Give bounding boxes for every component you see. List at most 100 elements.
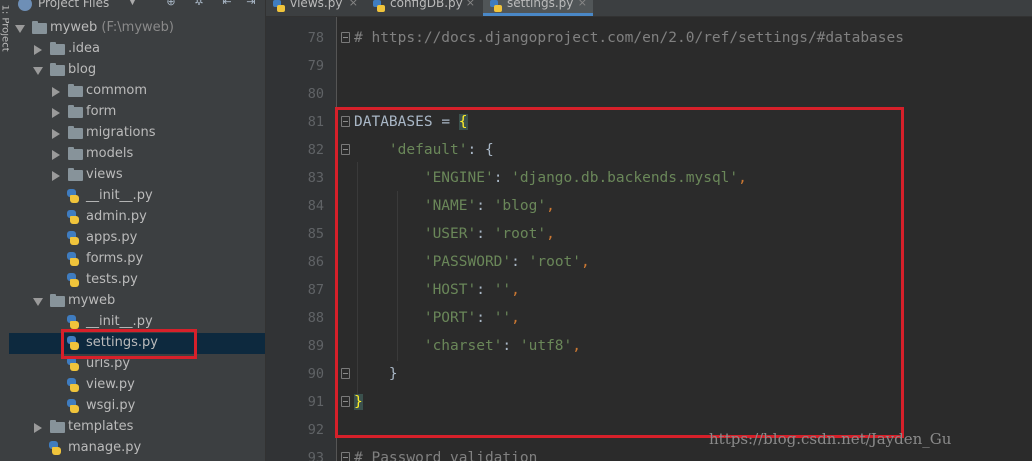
folder-icon xyxy=(50,294,65,307)
folder-icon xyxy=(68,147,83,160)
tree-item-label: view.py xyxy=(86,377,135,392)
fold-marker-icon[interactable] xyxy=(341,32,350,43)
line-number: 83 xyxy=(307,170,324,186)
code-text: # Password validation xyxy=(354,444,537,461)
tree-item-label: form xyxy=(86,104,117,119)
folder-icon xyxy=(68,168,83,181)
project-panel: Project Files ▼ ⊕ ✲ ⇤ ⇥ myweb (F:\myweb)… xyxy=(9,0,266,461)
line-number: 93 xyxy=(307,450,324,461)
project-files-icon xyxy=(18,0,32,11)
chevron-down-icon[interactable] xyxy=(33,298,43,306)
tree-file-tests-py[interactable]: tests.py xyxy=(9,270,265,291)
hide-panel-icon[interactable]: ⇥ xyxy=(245,0,257,8)
code-line: 78 # https://docs.djangoproject.com/en/2.… xyxy=(266,24,1032,52)
close-icon[interactable]: × xyxy=(349,0,358,9)
chevron-right-icon[interactable] xyxy=(52,171,60,181)
tree-file-view-py[interactable]: view.py xyxy=(9,375,265,396)
close-icon[interactable]: × xyxy=(466,0,475,9)
tree-folder-views[interactable]: views xyxy=(9,165,265,186)
python-file-icon xyxy=(66,273,80,288)
tree-file-wsgi-py[interactable]: wsgi.py xyxy=(9,396,265,417)
folder-icon xyxy=(50,420,65,433)
chevron-down-icon[interactable] xyxy=(33,67,43,75)
tab-label: views.py xyxy=(290,0,343,10)
tree-folder-templates[interactable]: templates xyxy=(9,417,265,438)
chevron-right-icon[interactable] xyxy=(34,423,42,433)
tree-file-apps-py[interactable]: apps.py xyxy=(9,228,265,249)
tree-item-label: wsgi.py xyxy=(86,398,136,413)
folder-icon xyxy=(68,84,83,97)
line-number: 87 xyxy=(307,282,324,298)
target-icon[interactable]: ⊕ xyxy=(165,0,177,8)
settings-gear-icon[interactable]: ✲ xyxy=(193,0,205,8)
python-file-icon xyxy=(66,315,80,330)
code-line: 80 xyxy=(266,80,1032,108)
editor-tab-bar: views.py × configDB.py × settings.py × xyxy=(266,0,1032,17)
tree-file-forms-py[interactable]: forms.py xyxy=(9,249,265,270)
fold-marker-icon[interactable] xyxy=(341,452,350,461)
tab-views-py[interactable]: views.py × xyxy=(266,0,364,16)
python-file-icon xyxy=(273,0,285,13)
tree-folder--idea[interactable]: .idea xyxy=(9,39,265,60)
tree-folder-myweb[interactable]: myweb (F:\myweb) xyxy=(9,18,265,39)
tree-folder-form[interactable]: form xyxy=(9,102,265,123)
tree-item-label: apps.py xyxy=(86,230,138,245)
folder-icon xyxy=(50,42,65,55)
tree-item-label: myweb (F:\myweb) xyxy=(50,20,174,35)
tree-folder-models[interactable]: models xyxy=(9,144,265,165)
tree-folder-migrations[interactable]: migrations xyxy=(9,123,265,144)
tree-item-label: models xyxy=(86,146,134,161)
line-number: 78 xyxy=(307,30,324,46)
tree-folder-commom[interactable]: commom xyxy=(9,81,265,102)
python-file-icon xyxy=(48,441,62,456)
tree-folder-blog[interactable]: blog xyxy=(9,60,265,81)
line-number: 80 xyxy=(307,86,324,102)
project-tree: myweb (F:\myweb) .idea blog commom form migra… xyxy=(9,18,265,459)
chevron-right-icon[interactable] xyxy=(52,150,60,160)
chevron-right-icon[interactable] xyxy=(52,87,60,97)
tree-item-label: forms.py xyxy=(86,251,144,266)
python-file-icon xyxy=(66,189,80,204)
code-editor[interactable]: 78 # https://docs.djangoproject.com/en/2.… xyxy=(266,17,1032,461)
tree-file-manage-py[interactable]: manage.py xyxy=(9,438,265,459)
project-view-selector[interactable]: Project Files xyxy=(38,0,109,10)
tree-item-path: (F:\myweb) xyxy=(97,20,174,35)
python-file-icon xyxy=(66,210,80,225)
tree-item-label: blog xyxy=(68,62,97,77)
tab-configdb-py[interactable]: configDB.py × xyxy=(366,0,481,16)
folder-icon xyxy=(68,105,83,118)
folder-icon xyxy=(50,63,65,76)
chevron-right-icon[interactable] xyxy=(52,108,60,118)
chevron-down-icon[interactable] xyxy=(15,25,25,33)
line-number: 82 xyxy=(307,142,324,158)
tree-folder-myweb[interactable]: myweb xyxy=(9,291,265,312)
databases-block-annotation xyxy=(335,107,904,438)
chevron-right-icon[interactable] xyxy=(34,45,42,55)
close-icon[interactable]: × xyxy=(578,0,587,9)
project-panel-header: Project Files ▼ ⊕ ✲ ⇤ ⇥ xyxy=(9,0,265,14)
tree-item-label: __init__.py xyxy=(86,188,153,203)
tree-item-label: commom xyxy=(86,83,148,98)
line-number: 92 xyxy=(307,422,324,438)
tree-item-label: templates xyxy=(68,419,134,434)
tree-file--init-py[interactable]: __init__.py xyxy=(9,186,265,207)
line-number: 86 xyxy=(307,254,324,270)
settings-file-annotation xyxy=(61,329,197,359)
python-file-icon xyxy=(66,378,80,393)
tree-item-label: views xyxy=(86,167,123,182)
folder-icon xyxy=(32,21,47,34)
tab-label: configDB.py xyxy=(390,0,463,10)
watermark: https://blog.csdn.net/Jayden_Gu xyxy=(709,430,952,448)
collapse-icon[interactable]: ⇤ xyxy=(221,0,233,8)
tree-item-label: __init__.py xyxy=(86,314,153,329)
code-token: # https://docs.djangoproject.com/en/2.0/… xyxy=(354,30,904,46)
tree-file-admin-py[interactable]: admin.py xyxy=(9,207,265,228)
line-number: 91 xyxy=(307,394,324,410)
chevron-down-icon[interactable]: ▼ xyxy=(129,0,136,7)
tree-item-label: migrations xyxy=(86,125,156,140)
line-number: 90 xyxy=(307,366,324,382)
code-line: 79 xyxy=(266,52,1032,80)
python-file-icon xyxy=(66,357,80,372)
chevron-right-icon[interactable] xyxy=(52,129,60,139)
tab-settings-py[interactable]: settings.py × xyxy=(483,0,593,16)
